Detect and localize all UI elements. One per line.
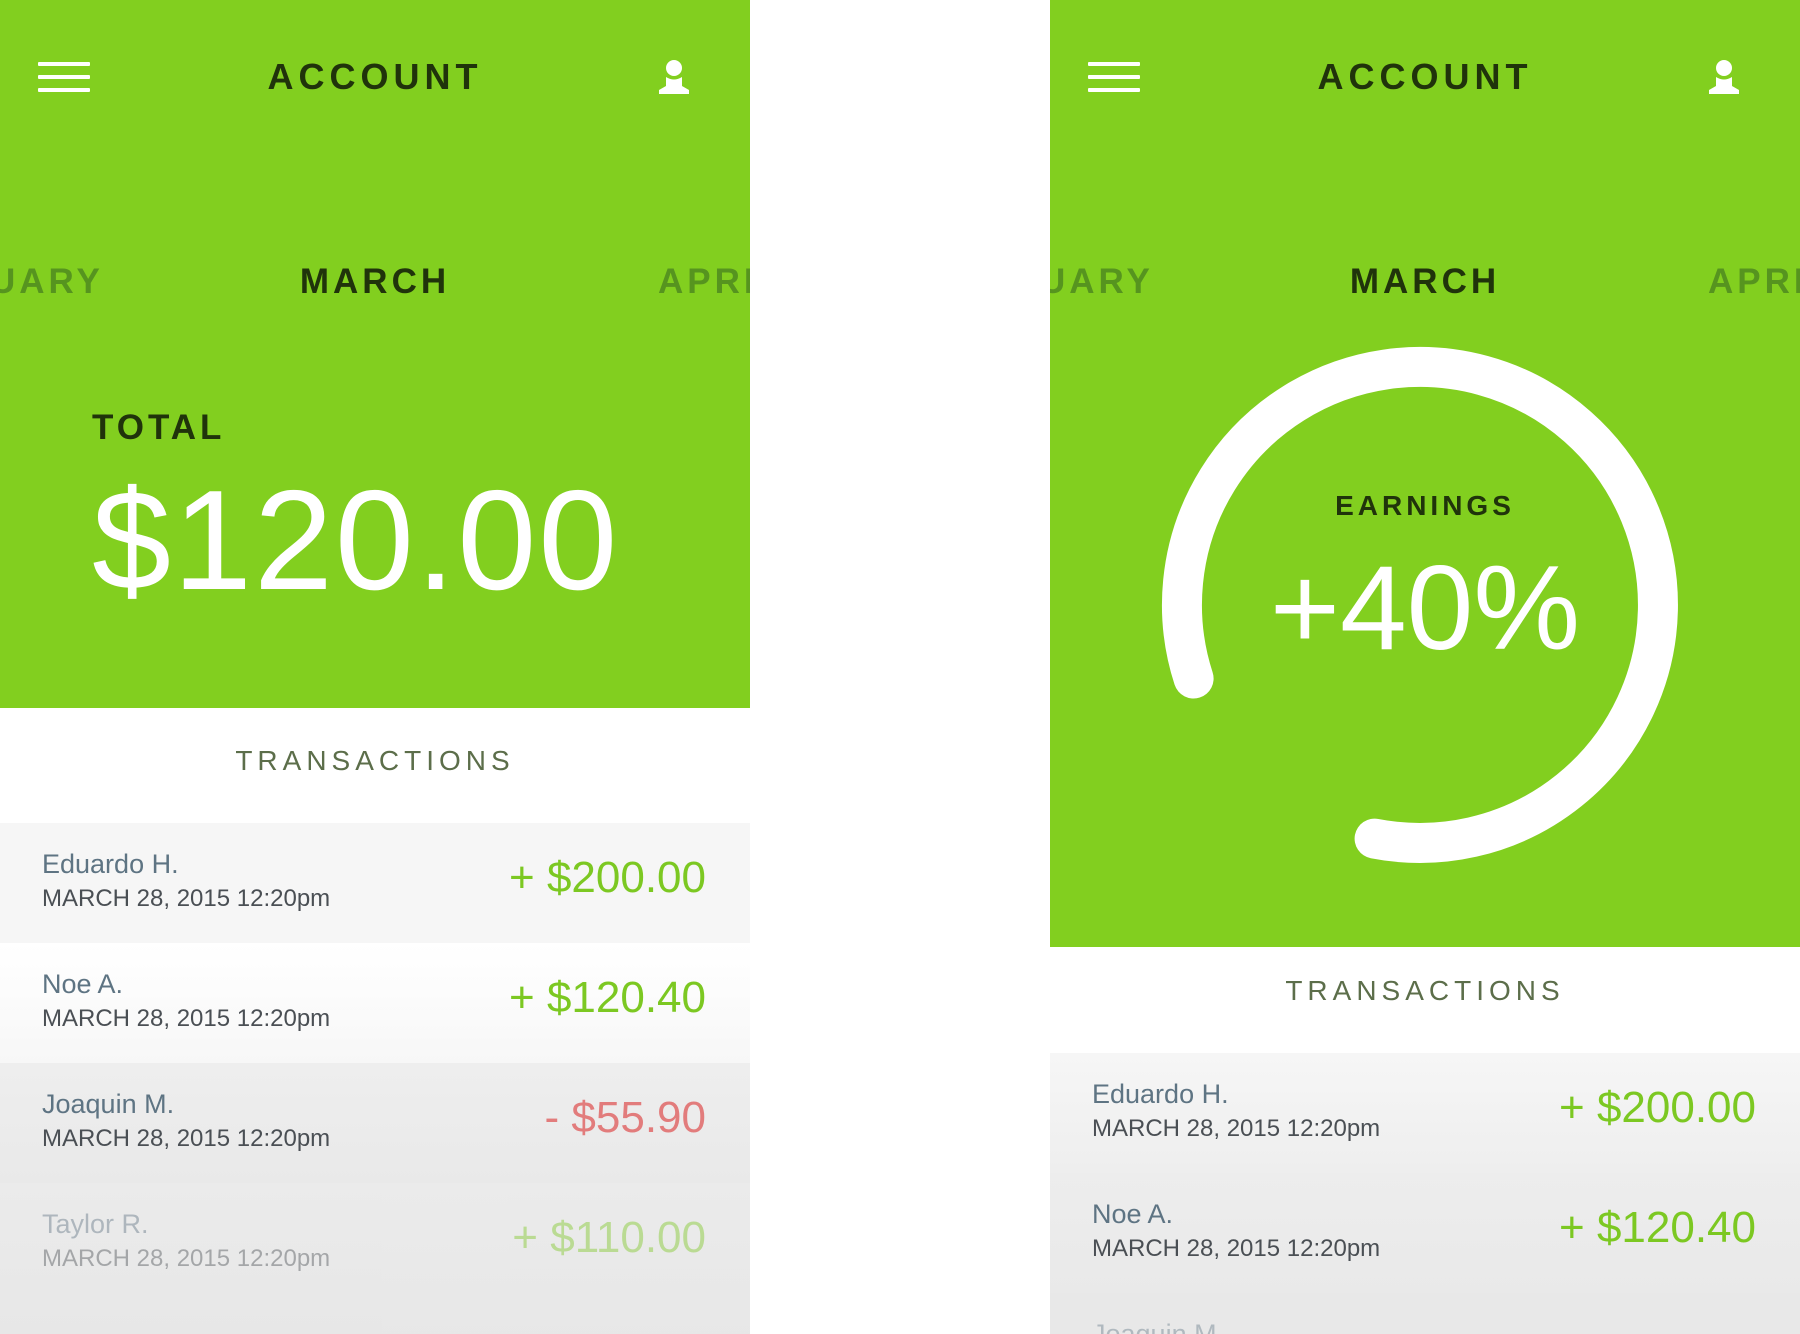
transactions-title: TRANSACTIONS [1285, 975, 1565, 1006]
page-title: ACCOUNT [1317, 56, 1533, 97]
transaction-amount: + $200.00 [509, 853, 706, 902]
transaction-date: MARCH 28, 2015 12:20pm [42, 1245, 331, 1272]
page-title: ACCOUNT [267, 56, 483, 97]
transactions-title: TRANSACTIONS [235, 745, 515, 776]
transaction-date: MARCH 28, 2015 12:20pm [1092, 1235, 1381, 1262]
transaction-name: Taylor R. [42, 1209, 149, 1239]
transaction-row[interactable]: Joaquin M. MARCH 28, 2015 12:20pm - $55.… [0, 1063, 750, 1183]
transaction-date: MARCH 28, 2015 12:20pm [42, 885, 331, 912]
month-current: MARCH [1349, 262, 1501, 301]
transaction-amount: + $120.40 [1559, 1203, 1756, 1252]
transaction-date: MARCH 28, 2015 12:20pm [42, 1125, 331, 1152]
earnings-value: +40% [1269, 541, 1581, 675]
month-selector[interactable]: UARY MARCH APRI [0, 262, 750, 312]
month-current: MARCH [299, 262, 451, 301]
transaction-date: MARCH 28, 2015 12:20pm [42, 1005, 331, 1032]
transaction-row[interactable]: Joaquin M. [1050, 1293, 1800, 1334]
month-selector[interactable]: UARY MARCH APRI [1050, 262, 1800, 312]
transaction-amount: + $110.00 [512, 1213, 706, 1262]
transaction-amount: + $120.40 [509, 973, 706, 1022]
total-amount: $120.00 [92, 461, 620, 620]
transaction-amount: + $200.00 [1559, 1083, 1756, 1132]
transaction-row[interactable]: Taylor R. MARCH 28, 2015 12:20pm + $110.… [0, 1183, 750, 1334]
transaction-date: MARCH 28, 2015 12:20pm [1092, 1115, 1381, 1142]
user-profile-icon[interactable] [656, 58, 692, 96]
transaction-name: Eduardo H. [1092, 1079, 1229, 1109]
transaction-amount: - $55.90 [544, 1093, 706, 1142]
earnings-label: EARNINGS [1335, 490, 1515, 521]
month-next[interactable]: APRI [658, 262, 750, 302]
month-next[interactable]: APRI [1708, 262, 1800, 302]
transaction-name: Eduardo H. [42, 849, 179, 879]
user-profile-icon[interactable] [1706, 58, 1742, 96]
top-bar: ACCOUNT [0, 0, 750, 160]
transaction-name: Joaquin M. [1092, 1319, 1225, 1334]
transaction-row[interactable]: Noe A. MARCH 28, 2015 12:20pm + $120.40 [0, 943, 750, 1063]
transaction-row[interactable]: Noe A. MARCH 28, 2015 12:20pm + $120.40 [1050, 1173, 1800, 1293]
top-bar: ACCOUNT [1050, 0, 1800, 160]
account-screen-earnings: ACCOUNT UARY MARCH APRI EARNINGS +40% TR… [1050, 0, 1800, 1334]
transaction-name: Noe A. [1092, 1199, 1174, 1229]
total-label: TOTAL [92, 408, 226, 447]
transaction-name: Noe A. [42, 969, 124, 999]
account-screen-total: ACCOUNT UARY MARCH APRI TOTAL $120.00 TR… [0, 0, 750, 1334]
transaction-name: Joaquin M. [42, 1089, 175, 1119]
transaction-row[interactable]: Eduardo H. MARCH 28, 2015 12:20pm + $200… [1050, 1053, 1800, 1173]
transaction-row[interactable]: Eduardo H. MARCH 28, 2015 12:20pm + $200… [0, 823, 750, 943]
